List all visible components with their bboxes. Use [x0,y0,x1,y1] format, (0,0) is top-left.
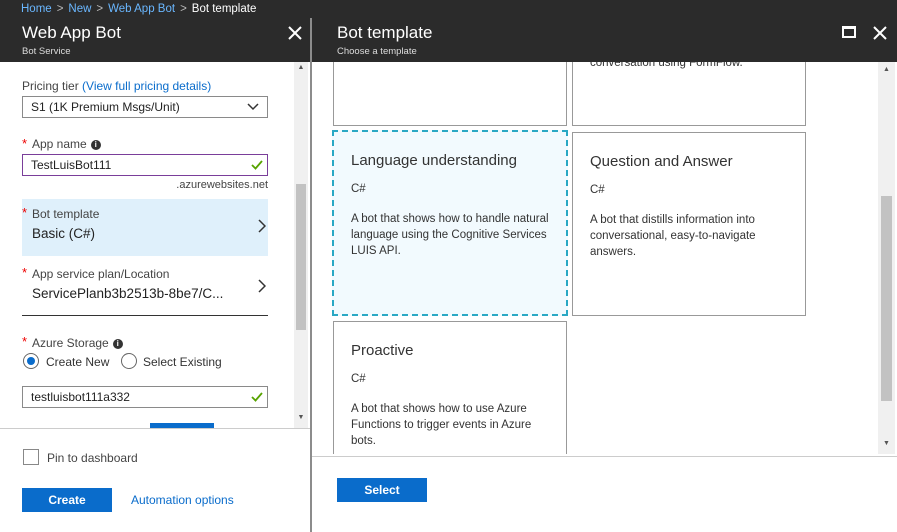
scroll-thumb[interactable] [881,196,892,401]
required-asterisk: * [22,265,28,280]
form-scrollbar[interactable]: ▲ ▼ [294,62,308,428]
template-card-language-understanding[interactable]: Language understanding C# A bot that sho… [332,130,568,316]
chevron-right-icon [258,279,266,293]
gallery-scrollbar[interactable]: ▲ ▼ [878,62,895,454]
bot-template-value: Basic (C#) [32,226,96,241]
scroll-up-icon[interactable]: ▲ [878,66,895,73]
app-name-value: TestLuisBot111 [31,158,112,172]
app-name-suffix: .azurewebsites.net [176,179,268,191]
template-card-proactive[interactable]: Proactive C# A bot that shows how to use… [333,321,567,454]
select-button[interactable]: Select [337,478,427,502]
required-asterisk: * [22,205,28,220]
blade-header: Web App Bot Bot Service [0,18,310,62]
blade-title: Web App Bot [22,23,121,42]
app-name-label-text: App name [32,137,87,151]
blade-subtitle: Bot Service [22,46,71,57]
card-description: A bot that shows how to use Azure Functi… [351,403,532,447]
breadcrumb-new[interactable]: New [68,3,91,15]
pricing-tier-label-text: Pricing tier [22,79,79,93]
breadcrumb: Home > New > Web App Bot > Bot template [0,0,897,18]
azure-storage-label: Azure Storage i [32,336,123,350]
breadcrumb-separator: > [56,3,64,15]
create-new-radio[interactable] [23,353,39,369]
automation-options-link[interactable]: Automation options [131,493,234,507]
app-service-plan-label: App service plan/Location [32,267,170,281]
pin-to-dashboard-checkbox[interactable] [23,449,39,465]
azure-portal: Home > New > Web App Bot > Bot template Web Ap… [0,0,897,532]
web-app-bot-blade: Web App Bot Bot Service Pricing tier (Vi… [0,18,310,532]
chevron-right-icon [258,219,266,233]
close-icon[interactable] [871,24,889,42]
blade-footer: Select [312,456,897,532]
app-service-plan-value: ServicePlanb3b2513b-8be7/C... [32,286,224,301]
check-icon [251,392,263,402]
storage-name-input[interactable]: testluisbot111a332 [22,386,268,408]
app-name-label: App name i [32,137,101,151]
blade-subtitle: Choose a template [337,46,417,57]
select-existing-label: Select Existing [143,355,222,369]
blade-footer: Pin to dashboard Create Automation optio… [0,428,310,532]
pricing-tier-select[interactable]: S1 (1K Premium Msgs/Unit) [22,96,268,118]
scroll-down-icon[interactable]: ▼ [878,440,895,447]
create-button[interactable]: Create [22,488,112,512]
template-card[interactable] [333,62,567,126]
storage-name-value: testluisbot111a332 [31,390,130,404]
info-icon[interactable]: i [112,339,123,349]
blade-title: Bot template [337,23,433,42]
template-card[interactable]: conversation using FormFlow. [572,62,806,126]
pricing-tier-value: S1 (1K Premium Msgs/Unit) [31,100,180,114]
required-asterisk: * [22,334,28,349]
close-icon[interactable] [286,24,304,42]
card-language: C# [351,373,366,385]
app-name-input[interactable]: TestLuisBot111 [22,154,268,176]
select-existing-radio[interactable] [121,353,137,369]
maximize-icon[interactable] [842,26,856,38]
create-form: Pricing tier (View full pricing details)… [0,62,310,446]
card-description: conversation using FormFlow. [590,62,743,69]
card-title: Proactive [351,342,414,359]
scroll-down-icon[interactable]: ▼ [294,414,308,421]
divider [22,315,268,316]
view-pricing-link[interactable]: (View full pricing details) [82,79,211,93]
chevron-down-icon [247,103,259,111]
breadcrumb-home[interactable]: Home [21,3,52,15]
template-gallery: conversation using FormFlow. Language un… [312,62,878,454]
breadcrumb-separator: > [96,3,104,15]
card-language: C# [590,184,605,196]
bot-template-blade: Bot template Choose a template conversat… [312,18,897,532]
blade-header: Bot template Choose a template [312,18,897,62]
scroll-up-icon[interactable]: ▲ [294,64,308,71]
breadcrumb-current: Bot template [191,3,257,15]
scroll-thumb[interactable] [296,184,306,330]
info-icon[interactable]: i [90,140,101,150]
bot-template-label: Bot template [32,207,100,221]
card-description: A bot that shows how to handle natural l… [351,213,549,257]
azure-storage-label-text: Azure Storage [32,336,109,350]
required-asterisk: * [22,136,28,151]
card-title: Language understanding [351,152,517,169]
card-title: Question and Answer [590,153,733,170]
create-new-label: Create New [46,355,110,369]
pin-to-dashboard-label: Pin to dashboard [47,451,138,465]
pricing-tier-label: Pricing tier (View full pricing details) [22,79,211,93]
card-language: C# [351,183,366,195]
template-card-question-and-answer[interactable]: Question and Answer C# A bot that distil… [572,132,806,316]
app-service-plan-row[interactable]: * App service plan/Location ServicePlanb… [22,259,268,316]
check-icon [251,160,263,170]
breadcrumb-separator: > [180,3,187,15]
bot-template-row[interactable]: * Bot template Basic (C#) [22,199,268,256]
card-description: A bot that distills information into con… [590,214,756,258]
breadcrumb-web-app-bot[interactable]: Web App Bot [108,3,175,15]
